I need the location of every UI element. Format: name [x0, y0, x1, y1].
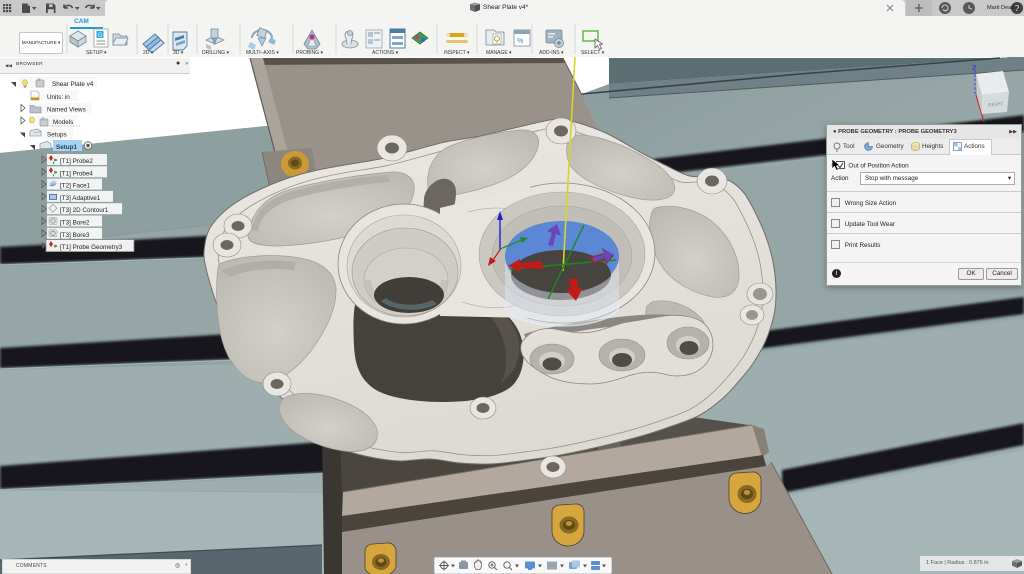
- svg-text:Setups: Setups: [47, 132, 67, 139]
- svg-text:Units: in: Units: in: [47, 94, 70, 101]
- svg-text:%: %: [517, 38, 523, 45]
- svg-text:Setup1: Setup1: [56, 144, 77, 151]
- svg-text:[T1] Probe2: [T1] Probe2: [60, 158, 93, 165]
- svg-text:Shear Plate v4: Shear Plate v4: [52, 81, 94, 88]
- svg-text:[T2] Face1: [T2] Face1: [60, 183, 91, 190]
- svg-text:[T3] Adaptive1: [T3] Adaptive1: [60, 195, 101, 202]
- svg-text:Named Views: Named Views: [47, 107, 86, 114]
- svg-text:G: G: [98, 33, 103, 39]
- svg-text:Models: Models: [53, 119, 73, 126]
- svg-text:[T1] Probe Geometry3: [T1] Probe Geometry3: [60, 244, 123, 251]
- svg-text:[T1] Probe4: [T1] Probe4: [60, 170, 93, 177]
- svg-text:Z: Z: [972, 65, 977, 72]
- svg-text:[T3] Bore2: [T3] Bore2: [60, 220, 90, 227]
- svg-text:[T3] 2D Contour1: [T3] 2D Contour1: [60, 207, 109, 214]
- svg-text:[T3] Bore3: [T3] Bore3: [60, 232, 90, 239]
